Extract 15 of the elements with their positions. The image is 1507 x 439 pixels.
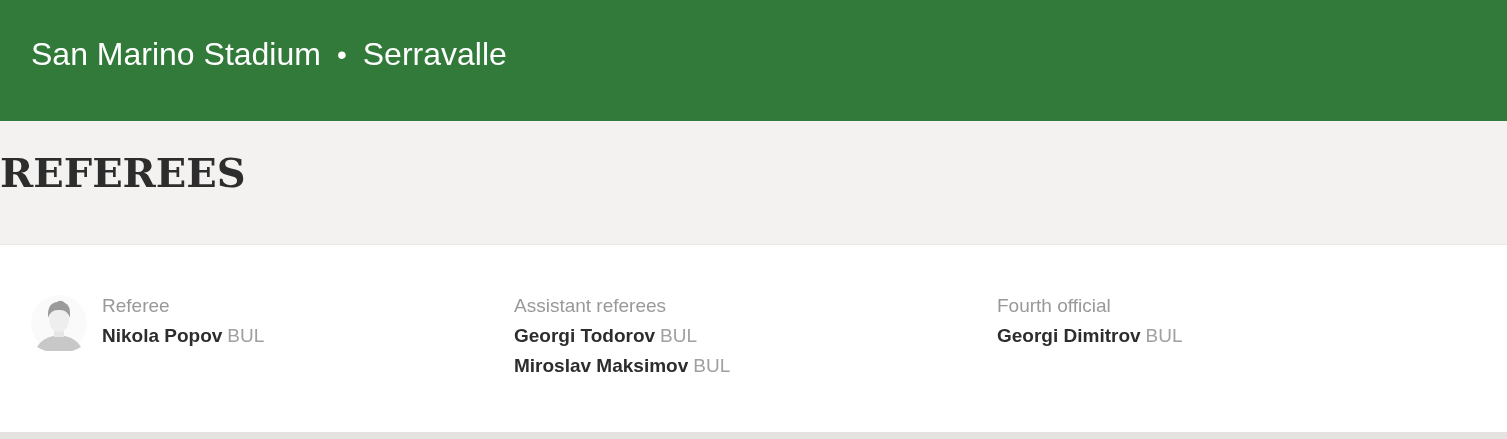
country-code: BUL bbox=[227, 325, 265, 347]
section-title: REFEREES bbox=[0, 149, 246, 198]
official-name: Nikola Popov bbox=[102, 325, 223, 347]
role-label: Assistant referees bbox=[514, 295, 668, 317]
role-label: Referee bbox=[102, 295, 171, 317]
official-name: Georgi Dimitrov bbox=[997, 325, 1141, 347]
role-label: Fourth official bbox=[997, 295, 1112, 317]
city-name: Serravalle bbox=[362, 36, 507, 73]
country-code: BUL bbox=[693, 355, 731, 377]
country-code: BUL bbox=[660, 325, 698, 347]
official-name: Miroslav Maksimov bbox=[514, 355, 689, 377]
country-code: BUL bbox=[1145, 325, 1183, 347]
stadium-name: San Marino Stadium bbox=[31, 36, 321, 73]
official-name: Georgi Todorov bbox=[514, 325, 656, 347]
separator: • bbox=[336, 38, 347, 71]
